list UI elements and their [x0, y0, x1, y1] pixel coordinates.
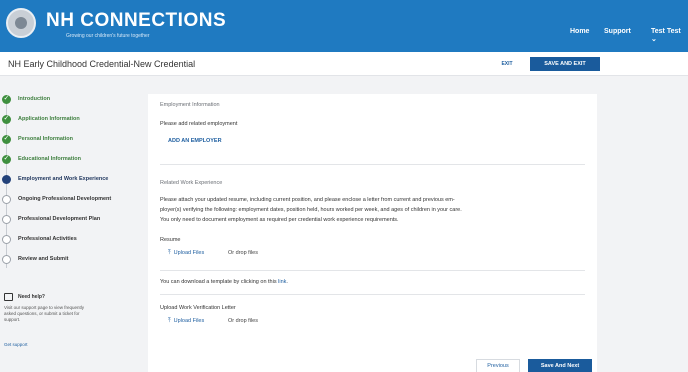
step-professional-activities[interactable]: Professional Activities	[0, 234, 140, 246]
help-title: Need help?	[18, 294, 45, 300]
state-seal-logo-icon[interactable]	[6, 8, 36, 38]
save-and-exit-button[interactable]: SAVE AND EXIT	[530, 57, 600, 71]
step-educational-information[interactable]: Educational Information	[0, 154, 140, 166]
step-label: Application Information	[18, 116, 80, 122]
upload-label: Upload Files	[173, 318, 205, 324]
step-label: Employment and Work Experience	[18, 176, 109, 182]
step-complete-check-icon	[2, 154, 11, 164]
upload-icon: ⤒	[168, 250, 171, 256]
step-pending-icon	[2, 255, 11, 264]
help-description: Visit our support page to view frequentl…	[4, 305, 84, 322]
form-card: Employment Information Please add relate…	[148, 94, 597, 372]
step-complete-check-icon	[2, 134, 11, 144]
letter-upload-files-button[interactable]: ⤒ Upload Files	[168, 318, 204, 325]
section-divider	[160, 294, 585, 295]
step-label: Professional Activities	[18, 236, 77, 242]
step-personal-information[interactable]: Personal Information	[0, 134, 140, 146]
resume-drop-zone[interactable]: Or drop files	[228, 250, 258, 256]
upload-icon: ⤒	[168, 318, 171, 324]
brand-tagline: Growing our children's future together	[66, 33, 150, 39]
step-pending-icon	[2, 195, 11, 204]
add-employer-button[interactable]: ADD AN EMPLOYER	[168, 138, 222, 144]
previous-button[interactable]: Previous	[476, 359, 520, 372]
resume-upload-files-button[interactable]: ⤒ Upload Files	[168, 250, 204, 257]
letter-drop-zone[interactable]: Or drop files	[228, 318, 258, 324]
step-complete-check-icon	[2, 114, 11, 124]
get-support-link[interactable]: Get support	[4, 342, 28, 347]
help-monitor-icon	[4, 293, 13, 301]
step-label: Professional Development Plan	[18, 216, 101, 222]
exit-button[interactable]: EXIT	[494, 58, 520, 70]
nav-support-link[interactable]: Support	[604, 28, 631, 35]
step-label: Ongoing Professional Development	[18, 196, 112, 202]
template-text: You can download a template by clicking …	[160, 279, 288, 285]
top-nav-bar: NH CONNECTIONS Growing our children's fu…	[0, 0, 688, 52]
page-title: NH Early Childhood Credential-New Creden…	[8, 59, 196, 69]
experience-instructions-line-3: You only need to document employment as …	[160, 217, 399, 223]
experience-instructions-line-1: Please attach your updated resume, inclu…	[160, 197, 455, 203]
verification-letter-label: Upload Work Verification Letter	[160, 305, 236, 311]
step-professional-development-plan[interactable]: Professional Development Plan	[0, 214, 140, 226]
section-divider	[160, 270, 585, 271]
step-label: Educational Information	[18, 156, 81, 162]
brand-title[interactable]: NH CONNECTIONS	[46, 10, 226, 32]
step-application-information[interactable]: Application Information	[0, 114, 140, 126]
template-text-label: You can download a template by clicking …	[160, 279, 277, 285]
step-complete-check-icon	[2, 94, 11, 104]
step-employment-work-experience[interactable]: Employment and Work Experience	[0, 174, 140, 186]
page-title-bar: NH Early Childhood Credential-New Creden…	[0, 52, 688, 76]
step-pending-icon	[2, 215, 11, 224]
step-label: Introduction	[18, 96, 51, 102]
step-current-icon	[2, 175, 11, 184]
nav-home-link[interactable]: Home	[570, 28, 589, 35]
step-label: Personal Information	[18, 136, 74, 142]
experience-section-title: Related Work Experience	[160, 180, 223, 186]
user-menu-button[interactable]: Test Test ⌄	[651, 28, 688, 43]
save-and-next-button[interactable]: Save And Next	[528, 359, 592, 372]
upload-label: Upload Files	[173, 250, 205, 256]
step-ongoing-professional-development[interactable]: Ongoing Professional Development	[0, 194, 140, 206]
employment-section-title: Employment Information	[160, 102, 220, 108]
step-label: Review and Submit	[18, 256, 69, 262]
step-introduction[interactable]: Introduction	[0, 94, 140, 106]
experience-instructions-line-2: ployer(s) verifying the following: emplo…	[160, 207, 462, 213]
employment-prompt: Please add related employment	[160, 121, 238, 127]
progress-sidebar: Introduction Application Information Per…	[0, 76, 140, 372]
section-divider	[160, 164, 585, 165]
template-download-link[interactable]: link	[278, 279, 286, 285]
resume-label: Resume	[160, 237, 181, 243]
step-pending-icon	[2, 235, 11, 244]
step-review-and-submit[interactable]: Review and Submit	[0, 254, 140, 266]
